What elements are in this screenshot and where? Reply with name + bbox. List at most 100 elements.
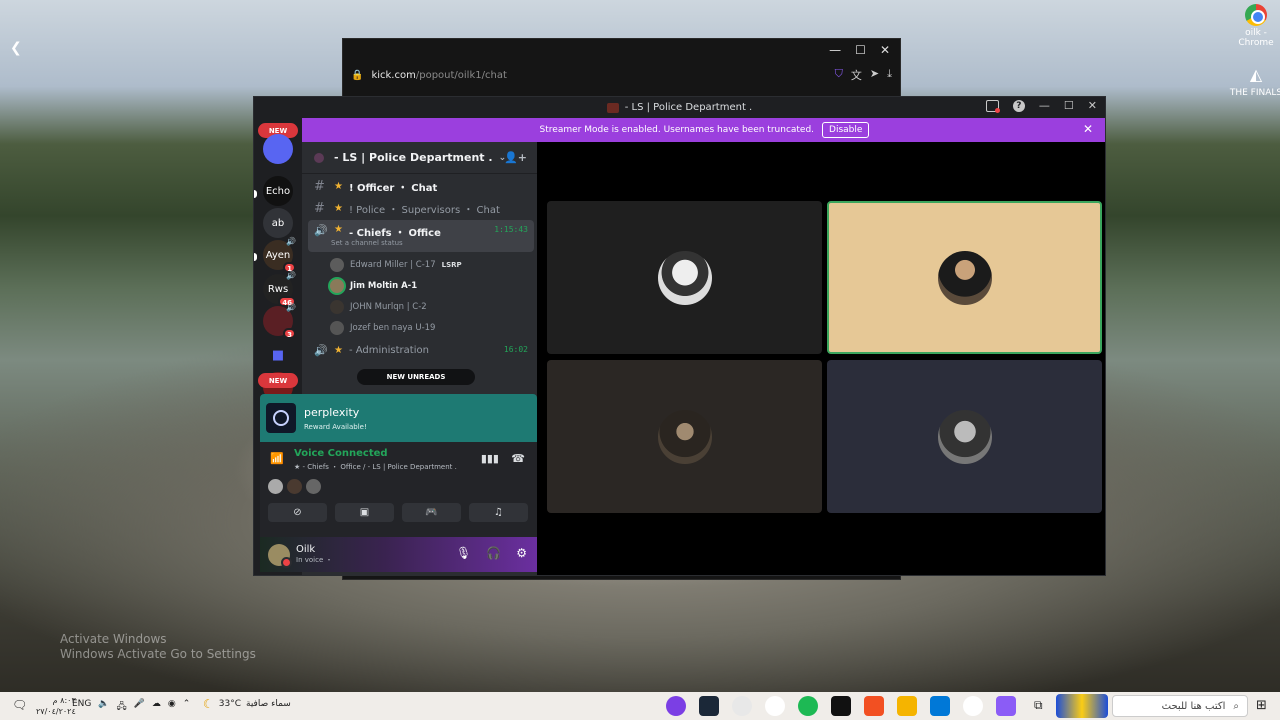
channel-status-prompt[interactable]: Set a channel status: [331, 239, 403, 247]
windows-start-icon[interactable]: ⊞: [1256, 698, 1267, 713]
close-button[interactable]: ✕: [880, 43, 890, 57]
avatar: [330, 300, 344, 314]
participant-tile[interactable]: [827, 360, 1102, 513]
steam-icon[interactable]: [699, 696, 719, 716]
voice-user[interactable]: JOHN Murlqn | C-2: [330, 297, 427, 317]
app-icon[interactable]: [732, 696, 752, 716]
copilot-icon[interactable]: [996, 696, 1016, 716]
disable-button[interactable]: Disable: [822, 122, 870, 138]
microphone-icon[interactable]: 🎤: [134, 699, 145, 715]
close-icon[interactable]: ✕: [1083, 122, 1093, 136]
search-highlight-icon[interactable]: [1056, 694, 1108, 718]
guild-red[interactable]: 🔊 3: [263, 303, 296, 339]
add-user-icon[interactable]: 👤+: [504, 151, 527, 164]
activity-button[interactable]: 🎮: [402, 503, 461, 522]
chevron-up-icon[interactable]: ⌃: [183, 699, 191, 715]
shield-icon[interactable]: ⛉: [835, 67, 843, 83]
clock[interactable]: ٨:٠٣ م ٢٧/٠٤/٢٠٢٤: [36, 695, 76, 717]
store-icon[interactable]: [930, 696, 950, 716]
chrome-icon[interactable]: [765, 696, 785, 716]
noise-suppression-icon[interactable]: ▮▮▮: [481, 452, 499, 465]
camera-off-button[interactable]: ⊘: [268, 503, 327, 522]
voice-channel-path[interactable]: ★ - Chiefs ・ Office / - LS | Police Depa…: [294, 462, 457, 472]
voice-user[interactable]: Jim Moltin A-1: [330, 276, 417, 296]
participant-tile-speaking[interactable]: [827, 201, 1102, 354]
voice-user[interactable]: Edward Miller | C-17 LSRP: [330, 255, 462, 275]
guild-ab[interactable]: ab: [263, 208, 293, 238]
participant-tile[interactable]: [547, 360, 822, 513]
task-view-icon[interactable]: ⧉: [1034, 698, 1043, 713]
maximize-button[interactable]: ☐: [1064, 99, 1074, 112]
app-icon[interactable]: [666, 696, 686, 716]
channel-officer-chat[interactable]: # ★ ! Officer ・ Chat: [308, 176, 534, 197]
search-box[interactable]: اكتب هنا للبحث ⌕: [1112, 695, 1248, 717]
server-header[interactable]: - LS | Police Department . ⌄ 👤+: [302, 142, 537, 174]
minimize-button[interactable]: —: [1039, 99, 1050, 112]
text-channel-icon: #: [314, 201, 325, 216]
window-title: - LS | Police Department .: [624, 102, 753, 113]
new-badge-bottom[interactable]: NEW: [258, 373, 298, 388]
desktop-icon-chrome[interactable]: oilk - Chrome: [1228, 4, 1280, 48]
username[interactable]: Oilk: [296, 544, 332, 555]
network-icon[interactable]: 🖧: [117, 699, 127, 715]
avatar[interactable]: [268, 543, 292, 568]
soundboard-button[interactable]: ♫: [469, 503, 528, 522]
camera-off-icon: ⊘: [293, 507, 302, 518]
browser-titlebar: — ☐ ✕: [343, 39, 900, 61]
avatar: [937, 409, 992, 464]
server-tag: LSRP: [441, 261, 462, 269]
weather-widget[interactable]: ☾ 33°C سماء صافية: [203, 697, 291, 711]
app-icon[interactable]: [864, 696, 884, 716]
channel-administration[interactable]: 🔊 ★ - Administration 16:02: [308, 340, 534, 361]
desktop-icon-the-finals[interactable]: ◭ THE FINALS: [1228, 64, 1280, 98]
guild-echo[interactable]: Echo: [263, 176, 293, 206]
volume-icon[interactable]: 🔈: [98, 699, 109, 715]
disconnect-icon[interactable]: ☎: [511, 452, 525, 465]
file-explorer-icon[interactable]: [897, 696, 917, 716]
folder-icon[interactable]: ■: [263, 340, 293, 370]
speaker-icon: 🔊: [286, 303, 296, 312]
language-indicator[interactable]: ENG: [72, 699, 91, 715]
guild-icon-top[interactable]: [263, 134, 293, 164]
download-icon[interactable]: ⤓: [887, 67, 892, 83]
close-button[interactable]: ✕: [1088, 99, 1097, 112]
translate-icon[interactable]: 文: [851, 67, 862, 83]
desktop-back-chevron-icon[interactable]: ❮: [10, 40, 22, 56]
voice-user[interactable]: Jozef ben naya U-19: [330, 318, 435, 338]
signal-icon[interactable]: 📶: [270, 452, 284, 465]
voice-connection-panel: 📶 Voice Connected ★ - Chiefs ・ Office / …: [260, 442, 537, 537]
url-text[interactable]: kick.com/popout/oilk1/chat: [371, 70, 826, 81]
guild-ayen[interactable]: Ayen 🔊 1: [263, 237, 296, 273]
avatar: [937, 250, 992, 305]
inbox-icon[interactable]: [985, 99, 1000, 113]
guild-unread-pip: [254, 253, 257, 261]
guild-rws[interactable]: Rws 🔊 46: [263, 271, 296, 307]
notifications-icon[interactable]: 🗨: [12, 698, 27, 712]
app-tray-icon[interactable]: ◉: [168, 699, 176, 715]
send-icon[interactable]: ➤: [870, 67, 879, 83]
microphone-icon[interactable]: 🎙: [456, 546, 471, 560]
maximize-button[interactable]: ☐: [855, 43, 866, 57]
address-bar[interactable]: 🔒 kick.com/popout/oilk1/chat ⛉ 文 ➤ ⤓: [343, 61, 900, 89]
the-finals-icon: ◭: [1249, 65, 1263, 84]
cloud-icon[interactable]: ☁: [152, 699, 161, 715]
video-stage: [537, 142, 1105, 575]
server-name: - LS | Police Department .: [334, 151, 493, 164]
channel-chiefs-office[interactable]: 🔊 ★ - Chiefs ・ Office 1:15:43 Set a chan…: [308, 220, 534, 252]
edge-icon[interactable]: [963, 696, 983, 716]
screen-share-button[interactable]: ▣: [335, 503, 394, 522]
avatar: [330, 279, 344, 293]
perplexity-promo[interactable]: perplexity Reward Available!: [260, 394, 537, 442]
spotify-icon[interactable]: [798, 696, 818, 716]
gear-icon[interactable]: ⚙: [516, 546, 527, 560]
headphones-icon[interactable]: 🎧: [486, 546, 501, 560]
voice-status[interactable]: Voice Connected: [294, 448, 388, 459]
help-icon[interactable]: ?: [1012, 99, 1025, 112]
participant-tile[interactable]: [547, 201, 822, 354]
system-tray: ENG 🔈 🖧 🎤 ☁ ◉ ⌃: [72, 699, 190, 715]
promo-title: perplexity: [304, 405, 360, 419]
app-icon[interactable]: [831, 696, 851, 716]
new-unreads-pill[interactable]: NEW UNREADS: [357, 369, 475, 385]
channel-supervisors-chat[interactable]: # ★ ! Police ・ Supervisors ・ Chat: [308, 198, 534, 219]
minimize-button[interactable]: —: [829, 43, 841, 57]
